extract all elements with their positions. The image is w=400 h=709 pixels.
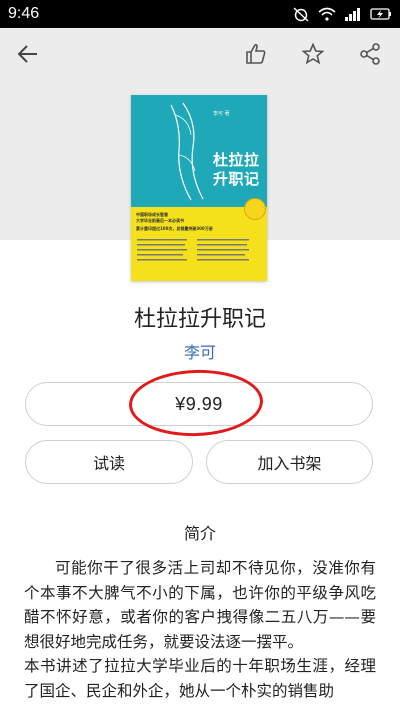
book-title: 杜拉拉升职记 [133, 307, 266, 332]
back-arrow-icon [17, 45, 37, 63]
intro-text: 可能你干了很多活上司却不待见你，没准你有个本事不大脾气不小的下属，也许你的平级争… [24, 556, 376, 703]
cover-line-2: 大学毕业前最后一本必读书 [136, 218, 184, 223]
like-button[interactable] [238, 36, 274, 72]
intro-paragraph-2: 本书讲述了拉拉大学毕业后的十年职场生涯，经理了国企、民企和外企，她从一个朴实的销… [24, 657, 376, 700]
intro-heading: 简介 [183, 524, 216, 543]
status-time: 9:46 [8, 5, 40, 22]
intro-paragraph-1: 可能你干了很多活上司却不待见你，没准你有个本事不大脾气不小的下属，也许你的平级争… [24, 559, 376, 651]
wifi-icon [318, 7, 336, 21]
add-to-shelf-button[interactable]: 加入书架 [206, 440, 373, 484]
cover-line-1: 中国职场成长智慧 [136, 212, 168, 217]
share-icon [360, 43, 380, 65]
try-read-button[interactable]: 试读 [25, 440, 193, 484]
alarm-off-icon [293, 7, 309, 22]
thumbs-up-icon [246, 43, 266, 64]
cover-fine-print [137, 239, 249, 261]
price-highlight-circle [127, 367, 265, 439]
book-author-link[interactable]: 李可 [0, 339, 400, 363]
star-icon [301, 42, 325, 65]
book-cover[interactable]: 李可 著 杜拉拉升职记 中国职场成长智慧 大学毕业前最后一本必读书 累计重印超过… [131, 95, 267, 281]
battery-icon [370, 8, 391, 20]
signal-icon [345, 8, 360, 21]
cover-line-3: 累计重印超过100次，总销量突破300万册 [136, 226, 213, 231]
cover-badge [244, 198, 266, 220]
share-button[interactable] [352, 36, 388, 72]
toolbar [0, 36, 400, 72]
cover-title: 杜拉拉升职记 [213, 151, 260, 188]
status-icons [292, 6, 392, 22]
favorite-button[interactable] [295, 36, 331, 72]
back-button[interactable] [10, 36, 46, 72]
status-bar: 9:46 [0, 0, 400, 28]
cover-author: 李可 著 [213, 111, 230, 117]
